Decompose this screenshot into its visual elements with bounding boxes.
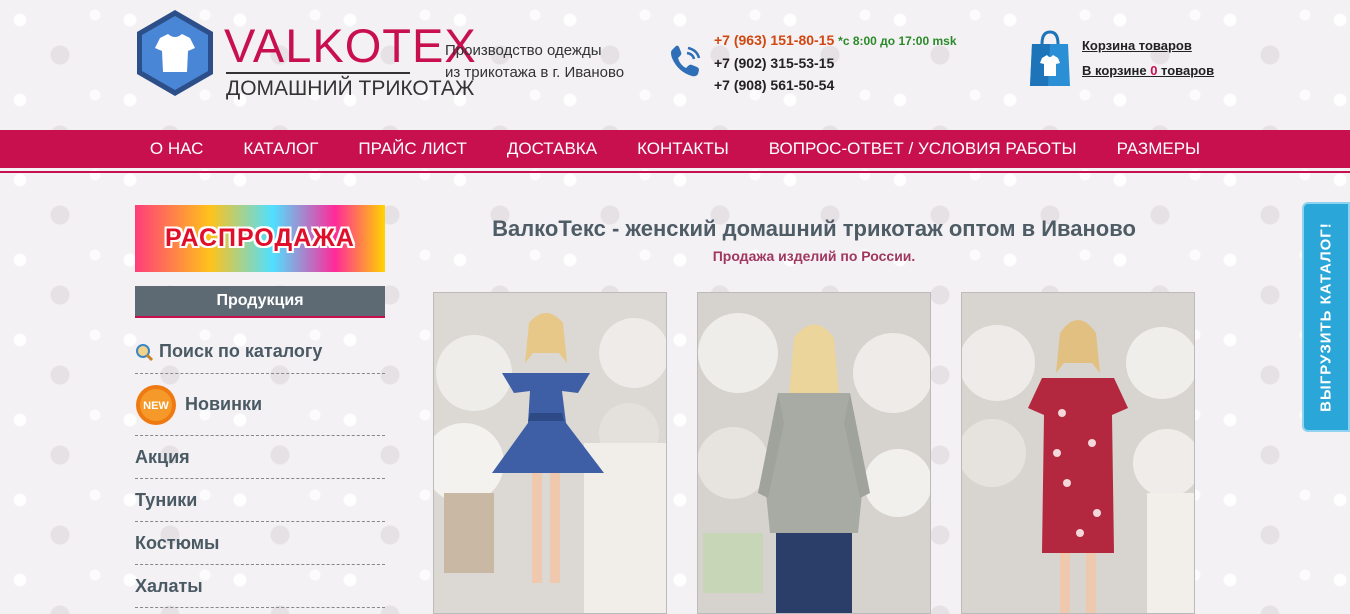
nav-price-list[interactable]: ПРАЙС ЛИСТ	[338, 139, 486, 159]
sidebar-item-robes[interactable]: Халаты	[135, 565, 385, 608]
brand-name[interactable]: VALKOTEX	[224, 20, 477, 72]
brand-divider	[226, 72, 410, 74]
product-card-1[interactable]	[433, 292, 667, 614]
sidebar-item-new[interactable]: NEW Новинки	[135, 374, 385, 436]
work-hours: *с 8:00 до 17:00 msk	[838, 34, 957, 48]
product-card-3[interactable]	[961, 292, 1195, 614]
company-tagline: Производство одежды из трикотажа в г. Ив…	[445, 40, 624, 84]
catalog-search-link[interactable]: Поиск по каталогу	[135, 330, 385, 374]
tagline-line-2: из трикотажа в г. Иваново	[445, 64, 625, 81]
new-badge-text: NEW	[143, 400, 169, 412]
nav-catalog[interactable]: КАТАЛОГ	[223, 139, 338, 159]
cart-status-link[interactable]: В корзине 0 товаров	[1082, 63, 1214, 78]
sidebar-item-label: Халаты	[135, 575, 203, 596]
nav-underline	[0, 171, 1350, 173]
brand-subtitle: ДОМАШНИЙ ТРИКОТАЖ	[226, 77, 475, 100]
page-subtitle: Продажа изделий по России.	[712, 248, 916, 264]
sale-banner-text: РАСПРОДАЖА	[165, 224, 355, 252]
phone-icon	[671, 45, 701, 77]
export-catalog-tab[interactable]: ВЫГРУЗИТЬ КАТАЛОГ!	[1302, 202, 1350, 432]
catalog-search-label: Поиск по каталогу	[159, 341, 323, 361]
cart-link[interactable]: Корзина товаров	[1082, 38, 1192, 53]
sale-banner[interactable]: РАСПРОДАЖА	[135, 205, 385, 272]
new-badge-icon: NEW	[136, 384, 176, 425]
magnifier-icon	[136, 343, 153, 361]
sidebar-item-suits[interactable]: Костюмы	[135, 522, 385, 565]
sidebar-item-tunics[interactable]: Туники	[135, 479, 385, 522]
sidebar-item-promo[interactable]: Акция	[135, 436, 385, 479]
sidebar-item-label: Акция	[135, 446, 190, 467]
nav-delivery[interactable]: ДОСТАВКА	[487, 139, 617, 159]
product-photo-blue-dress	[434, 293, 666, 613]
cart-prefix: В корзине	[1082, 63, 1151, 78]
sidebar-item-label: Костюмы	[135, 532, 220, 553]
phone-1[interactable]: +7 (963) 151-80-15	[714, 32, 834, 48]
shopping-bag-icon[interactable]	[1028, 30, 1072, 88]
sidebar-item-label: Туники	[135, 489, 198, 510]
logo-hexagon-icon[interactable]	[135, 8, 215, 98]
phone-3[interactable]: +7 (908) 561-50-54	[714, 74, 957, 96]
tagline-line-1: Производство одежды	[445, 42, 602, 59]
phone-list: +7 (963) 151-80-15 *с 8:00 до 17:00 msk …	[714, 29, 957, 96]
product-photo-red-dress	[962, 293, 1194, 613]
sidebar-item-label: Новинки	[185, 394, 263, 414]
nav-contacts[interactable]: КОНТАКТЫ	[617, 139, 749, 159]
product-photo-grey-sweater	[698, 293, 930, 613]
page-title: ВалкоТекс - женский домашний трикотаж оп…	[492, 216, 1136, 241]
export-catalog-label: ВЫГРУЗИТЬ КАТАЛОГ!	[1317, 222, 1335, 412]
main-nav: О НАС КАТАЛОГ ПРАЙС ЛИСТ ДОСТАВКА КОНТАК…	[0, 130, 1350, 168]
product-card-2[interactable]	[697, 292, 931, 614]
cart-suffix: товаров	[1157, 63, 1215, 78]
nav-about[interactable]: О НАС	[130, 139, 223, 159]
phone-2[interactable]: +7 (902) 315-53-15	[714, 52, 957, 74]
products-heading: Продукция	[135, 286, 385, 318]
nav-faq-terms[interactable]: ВОПРОС-ОТВЕТ / УСЛОВИЯ РАБОТЫ	[749, 139, 1097, 159]
nav-sizes[interactable]: РАЗМЕРЫ	[1097, 139, 1221, 159]
sidebar-menu: Поиск по каталогу NEW Новинки Акция Туни…	[135, 330, 385, 608]
